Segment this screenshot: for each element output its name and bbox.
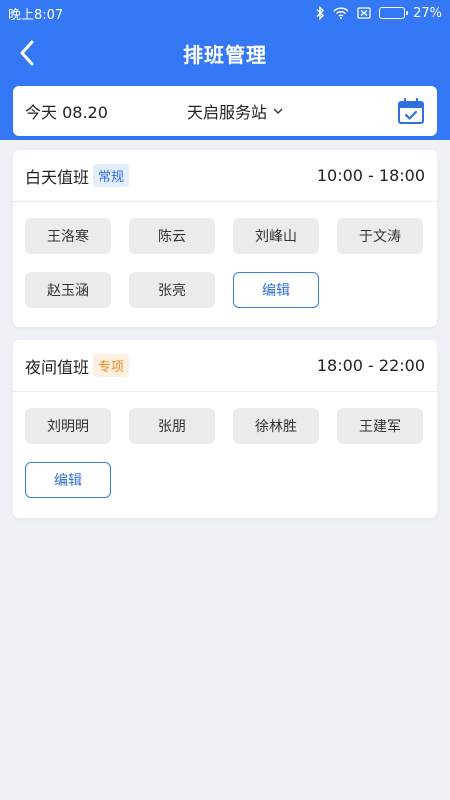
staff-chip[interactable]: 于文涛 — [337, 218, 423, 254]
calendar-check-icon[interactable] — [397, 97, 425, 125]
shift-tag: 专项 — [93, 354, 130, 377]
nav-bar: 排班管理 — [0, 26, 450, 80]
station-dropdown[interactable]: 天启服务站 — [175, 99, 397, 123]
staff-chip[interactable]: 王建军 — [337, 408, 423, 444]
bluetooth-icon — [315, 6, 325, 20]
staff-chip[interactable]: 陈云 — [129, 218, 215, 254]
staff-chip[interactable]: 张亮 — [129, 272, 215, 308]
shift-card-day: 白天值班 常规 10:00 - 18:00 王洛寒 陈云 刘峰山 于文涛 赵玉涵… — [13, 150, 437, 327]
shift-tag: 常规 — [93, 164, 130, 187]
shift-header: 白天值班 常规 10:00 - 18:00 — [13, 150, 437, 202]
battery-icon — [379, 7, 409, 19]
page-title: 排班管理 — [183, 42, 267, 67]
staff-chip[interactable]: 刘明明 — [25, 408, 111, 444]
shift-header: 夜间值班 专项 18:00 - 22:00 — [13, 340, 437, 392]
staff-chip[interactable]: 张朋 — [129, 408, 215, 444]
back-button[interactable] — [12, 38, 42, 68]
staff-grid: 王洛寒 陈云 刘峰山 于文涛 赵玉涵 张亮 编辑 — [13, 202, 437, 308]
shift-time: 18:00 - 22:00 — [316, 356, 425, 375]
staff-grid: 刘明明 张朋 徐林胜 王建军 编辑 — [13, 392, 437, 498]
staff-chip[interactable]: 赵玉涵 — [25, 272, 111, 308]
chevron-down-icon — [273, 108, 283, 114]
battery-percent: 27% — [413, 5, 442, 21]
status-time: 晚上8:07 — [8, 7, 64, 23]
wifi-icon — [333, 7, 349, 19]
shift-time: 10:00 - 18:00 — [316, 166, 425, 185]
no-sim-icon — [357, 7, 371, 19]
staff-chip[interactable]: 徐林胜 — [233, 408, 319, 444]
shift-name: 白天值班 — [25, 167, 90, 187]
edit-button[interactable]: 编辑 — [25, 462, 111, 498]
shift-name: 夜间值班 — [25, 357, 90, 377]
date-station-selector: 今天 08.20 天启服务站 — [13, 86, 437, 136]
shift-card-night: 夜间值班 专项 18:00 - 22:00 刘明明 张朋 徐林胜 王建军 编辑 — [13, 340, 437, 518]
status-bar: 晚上8:07 27% — [0, 0, 450, 26]
chevron-left-icon — [20, 40, 34, 66]
staff-chip[interactable]: 刘峰山 — [233, 218, 319, 254]
date-label[interactable]: 今天 08.20 — [25, 99, 175, 123]
staff-chip[interactable]: 王洛寒 — [25, 218, 111, 254]
edit-button[interactable]: 编辑 — [233, 272, 319, 308]
station-label: 天启服务站 — [187, 103, 268, 122]
